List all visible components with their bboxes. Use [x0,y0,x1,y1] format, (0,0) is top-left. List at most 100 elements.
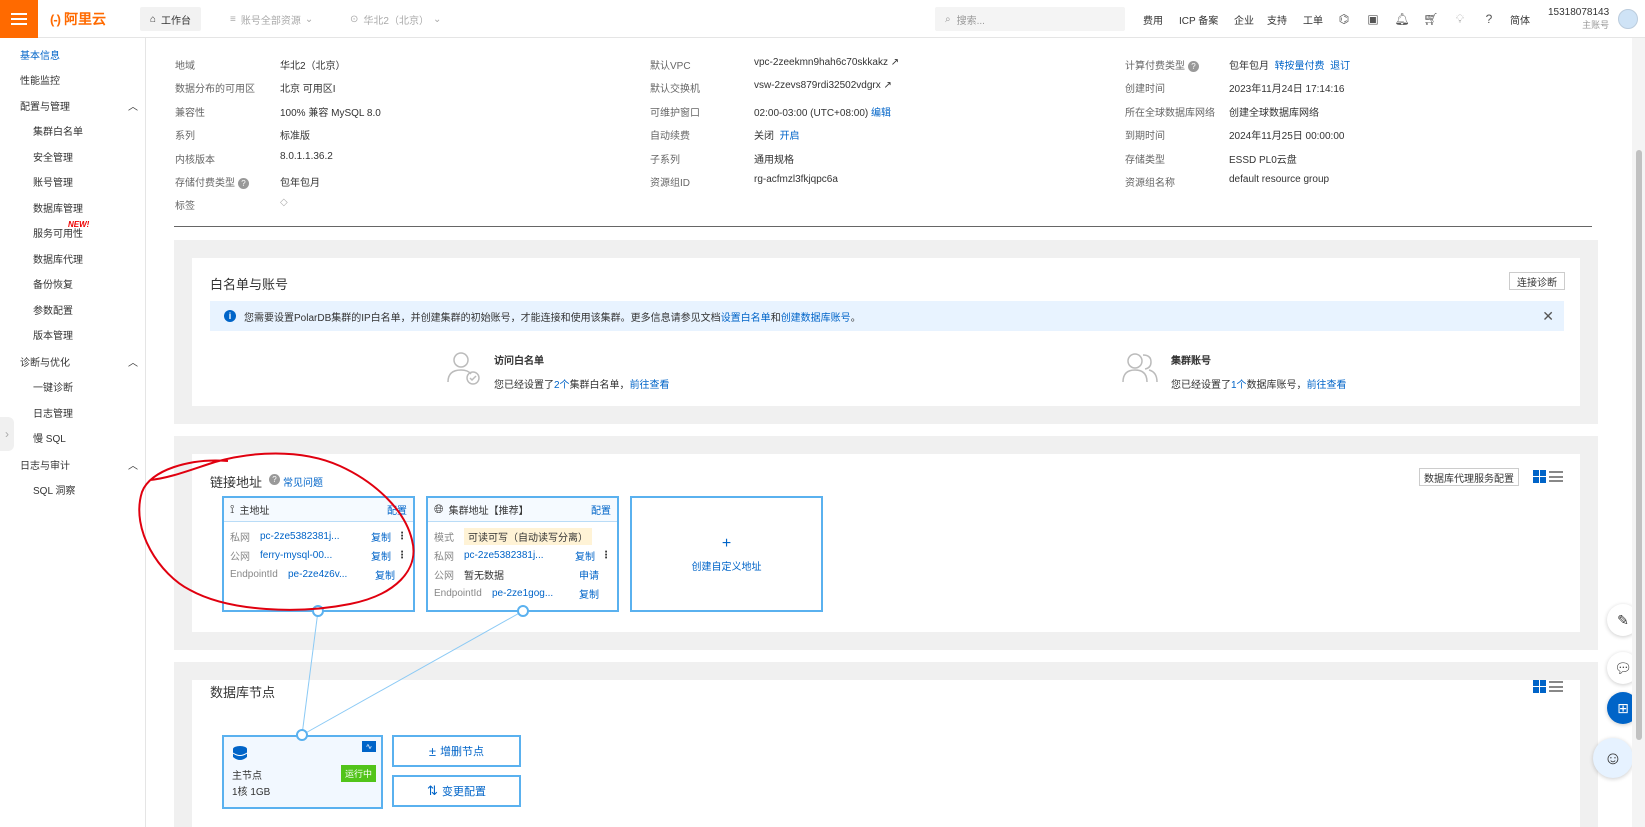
info-label: 可维护窗口 [650,108,700,119]
menu-icon[interactable] [0,0,38,38]
view-account-link[interactable]: 前往查看 [1307,380,1347,391]
bell-icon[interactable]: 🔔︎ [1394,11,1410,27]
search-input[interactable]: ⌕ 搜索... [935,7,1125,31]
monitor-icon[interactable]: ∿ [362,741,376,752]
enable-auto-renew-link[interactable]: 开启 [780,131,800,142]
grid-view-icon[interactable] [1533,470,1546,483]
help-icon[interactable]: ? [238,177,249,189]
refund-link[interactable]: 退订 [1330,61,1350,72]
list-view-icon[interactable] [1549,470,1563,483]
assistant-icon[interactable]: ☺ [1593,738,1633,778]
more-icon[interactable]: ⋮ [601,550,611,561]
sidebar-item-log-manage[interactable]: 日志管理 [33,405,73,420]
plus-icon: ± [428,743,437,759]
copy-button[interactable]: 复制 [375,567,395,582]
sidebar-item-db-manage[interactable]: 数据库管理 [33,200,83,215]
info-label: 兼容性 [175,108,205,119]
vpc-link[interactable]: vpc-2zeekmn9hah6c70skkakz ↗ [754,57,899,68]
view-whitelist-link[interactable]: 前往查看 [630,380,670,391]
info-label: 默认VPC [650,61,691,72]
create-account-link[interactable]: 创建数据库账号 [781,309,851,324]
cluster-config-link[interactable]: 配置 [591,502,611,517]
faq-link[interactable]: 常见问题 [283,474,323,489]
create-gdn-link[interactable]: 创建全球数据库网络 [1229,104,1319,119]
user-info[interactable]: 15318078143 主账号 [1548,6,1609,32]
grid-view-icon[interactable] [1533,680,1546,693]
sidebar-group-log-audit[interactable]: 日志与审计 ︿ [20,457,138,472]
nav-link-enterprise[interactable]: 企业 [1234,12,1254,27]
user-check-icon [447,352,480,385]
sidebar-item-basic-info[interactable]: 基本信息 [20,47,60,62]
sidebar-item-performance[interactable]: 性能监控 [20,72,60,87]
info-label: 资源组ID [650,178,690,189]
card-header: 🌐︎ 集群地址【推荐】 配置 [428,498,617,522]
sidebar-item-db-proxy[interactable]: 数据库代理 [33,251,83,266]
copy-button[interactable]: 复制 [579,586,599,601]
primary-config-link[interactable]: 配置 [387,502,407,517]
workbench-button[interactable]: ⌂ 工作台 [140,7,202,31]
set-whitelist-link[interactable]: 设置白名单 [721,309,771,324]
sidebar-item-sql-insight[interactable]: SQL 洞察 [33,482,75,497]
sidebar-item-one-click-diag[interactable]: 一键诊断 [33,379,73,394]
aliyun-logo[interactable]: (-) 阿里云 [50,10,106,28]
view-toggle[interactable] [1533,470,1563,483]
help-icon[interactable]: ? [1188,60,1199,72]
nav-link-fee[interactable]: 费用 [1143,12,1163,27]
connection-diagnosis-button[interactable]: 连接诊断 [1509,272,1565,290]
users-icon [1122,353,1158,383]
nav-link-icp[interactable]: ICP 备案 [1179,12,1218,27]
help-icon[interactable]: ? [1481,11,1497,27]
search-icon: ⌕ [945,13,951,25]
copy-button[interactable]: 复制 [371,548,391,563]
more-icon[interactable]: ⋮ [397,531,407,542]
vswitch-link[interactable]: vsw-2zevs879rdi32502vdgrx ↗ [754,80,892,91]
language-switch[interactable]: 简体 [1510,12,1530,27]
terminal-icon[interactable]: ▣ [1365,11,1381,27]
nav-link-support[interactable]: 支持 [1267,12,1287,27]
info-value: 100% 兼容 MySQL 8.0 [280,108,381,119]
copy-button[interactable]: 复制 [575,548,595,563]
db-proxy-config-button[interactable]: 数据库代理服务配置 [1419,468,1519,486]
chevron-up-icon: ︿ [128,461,138,472]
location-icon: ⊙ [350,13,359,25]
sidebar-item-security[interactable]: 安全管理 [33,149,73,164]
sidebar-item-params[interactable]: 参数配置 [33,302,73,317]
sidebar-item-backup[interactable]: 备份恢复 [33,276,73,291]
scrollbar-thumb[interactable] [1636,150,1642,740]
add-remove-node-button[interactable]: ± 增删节点 [392,735,521,767]
lightbulb-icon[interactable]: 💡︎ [1452,11,1468,27]
sidebar-item-slow-sql[interactable]: 慢 SQL [33,430,66,445]
apply-public-button[interactable]: 申请 [579,567,599,582]
change-config-button[interactable]: ⇅ 变更配置 [392,775,521,807]
nav-link-ticket[interactable]: 工单 [1303,12,1323,27]
node-view-toggle[interactable] [1533,680,1563,693]
create-custom-endpoint-card[interactable]: + 创建自定义地址 [630,496,823,612]
sidebar-item-account[interactable]: 账号管理 [33,174,73,189]
close-icon[interactable]: ✕ [1542,308,1554,325]
cloud-shell-icon[interactable]: ⌬ [1336,11,1352,27]
cart-icon[interactable]: 🛒︎ [1423,11,1439,27]
info-label: 存储类型 [1125,155,1165,166]
access-whitelist-desc: 您已经设置了2个集群白名单，前往查看 [494,380,670,391]
sidebar-item-cluster-whitelist[interactable]: 集群白名单 [33,123,83,138]
info-label: 子系列 [650,155,680,166]
sidebar-group-config[interactable]: 配置与管理 ︿ [20,98,138,113]
list-view-icon[interactable] [1549,680,1563,693]
info-value: default resource group [1229,174,1330,185]
resources-dropdown[interactable]: ≡ 账号全部资源 ⌄ [220,7,323,31]
copy-button[interactable]: 复制 [371,529,391,544]
sidebar: 基本信息 性能监控 配置与管理 ︿ 集群白名单 安全管理 账号管理 数据库管理 服… [0,38,146,827]
info-label: 自动续费 [650,131,690,142]
more-icon[interactable]: ⋮ [397,550,407,561]
sidebar-collapse-handle[interactable]: › [0,417,14,451]
switch-billing-link[interactable]: 转按量付费 [1275,61,1325,72]
sidebar-group-diagnosis[interactable]: 诊断与优化 ︿ [20,354,138,369]
help-icon[interactable]: ? [269,474,280,485]
edit-maintenance-link[interactable]: 编辑 [871,108,891,119]
info-value: 北京 可用区I [280,84,336,95]
tag-icon[interactable]: ◇ [280,197,288,208]
region-dropdown[interactable]: ⊙ 华北2（北京） ⌄ [340,7,451,31]
sidebar-item-version[interactable]: 版本管理 [33,327,73,342]
avatar[interactable] [1618,9,1638,29]
primary-node-card[interactable]: ∿ 主节点 运行中 1核 1GB [222,735,383,809]
